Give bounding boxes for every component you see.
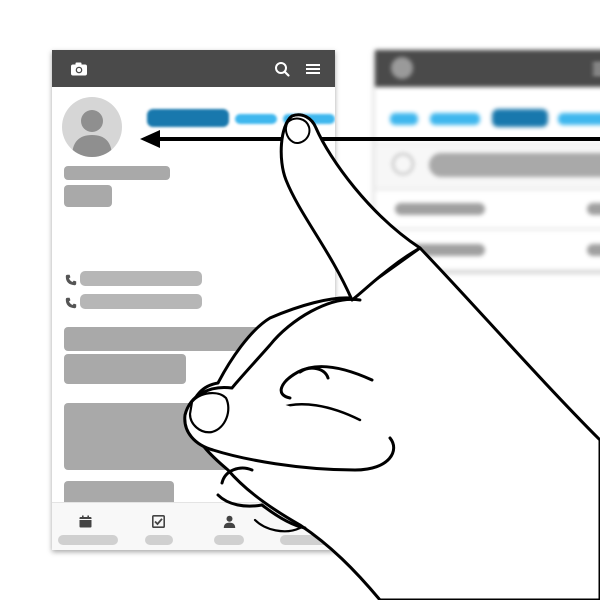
fingernail xyxy=(284,117,311,144)
swipe-arrow-icon xyxy=(140,130,600,148)
gesture-overlay xyxy=(140,113,600,600)
hand-icon xyxy=(183,113,600,600)
